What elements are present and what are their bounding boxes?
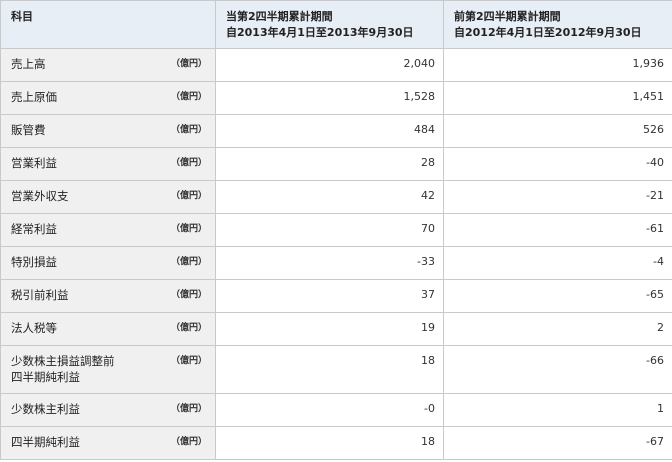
current-value: 70 — [215, 213, 444, 247]
row-label-cell: 少数株主損益調整前 四半期純利益 （億円） — [0, 345, 216, 394]
row-label-cell: 少数株主利益 （億円） — [0, 393, 216, 427]
unit-label: （億円） — [170, 224, 207, 234]
unit-label: （億円） — [170, 59, 207, 69]
unit-label: （億円） — [170, 290, 207, 300]
table-row: 販管費 （億円） 484 526 — [0, 114, 672, 148]
header-prior-title: 前第2四半期累計期間 — [454, 10, 561, 23]
row-label-cell: 販管費 （億円） — [0, 114, 216, 148]
unit-label: （億円） — [170, 323, 207, 333]
current-value: 18 — [215, 426, 444, 460]
prior-value: -40 — [443, 147, 672, 181]
unit-label: （億円） — [170, 92, 207, 102]
prior-value: -66 — [443, 345, 672, 394]
header-current-range: 自2013年4月1日至2013年9月30日 — [226, 26, 414, 39]
row-label-cell: 営業外収支 （億円） — [0, 180, 216, 214]
prior-value: -4 — [443, 246, 672, 280]
prior-value: 1,936 — [443, 48, 672, 82]
prior-value: 1 — [443, 393, 672, 427]
prior-value: -61 — [443, 213, 672, 247]
current-value: 484 — [215, 114, 444, 148]
row-label-cell: 法人税等 （億円） — [0, 312, 216, 346]
table-row: 特別損益 （億円） -33 -4 — [0, 246, 672, 280]
current-value: 1,528 — [215, 81, 444, 115]
table-header-row: 科目 当第2四半期累計期間 自2013年4月1日至2013年9月30日 前第2四… — [0, 0, 672, 49]
unit-label: （億円） — [170, 356, 207, 366]
current-value: -0 — [215, 393, 444, 427]
table-row: 税引前利益 （億円） 37 -65 — [0, 279, 672, 313]
table-body: 売上高 （億円） 2,040 1,936 売上原価 （億円） 1,528 1,451 販管費 （億… — [0, 48, 672, 460]
row-label-cell: 四半期純利益 （億円） — [0, 426, 216, 460]
table-row: 営業外収支 （億円） 42 -21 — [0, 180, 672, 214]
table-row: 経常利益 （億円） 70 -61 — [0, 213, 672, 247]
header-current-period: 当第2四半期累計期間 自2013年4月1日至2013年9月30日 — [215, 0, 444, 49]
row-label-cell: 営業利益 （億円） — [0, 147, 216, 181]
row-label-cell: 経常利益 （億円） — [0, 213, 216, 247]
header-current-title: 当第2四半期累計期間 — [226, 10, 333, 23]
unit-label: （億円） — [170, 191, 207, 201]
row-label: 四半期純利益 — [11, 370, 80, 384]
prior-value: 526 — [443, 114, 672, 148]
current-value: 19 — [215, 312, 444, 346]
unit-label: （億円） — [170, 404, 207, 414]
table-row: 売上高 （億円） 2,040 1,936 — [0, 48, 672, 82]
row-label-cell: 税引前利益 （億円） — [0, 279, 216, 313]
unit-label: （億円） — [170, 158, 207, 168]
table-row: 営業利益 （億円） 28 -40 — [0, 147, 672, 181]
table-row: 少数株主利益 （億円） -0 1 — [0, 393, 672, 427]
header-prior-range: 自2012年4月1日至2012年9月30日 — [454, 26, 642, 39]
header-item: 科目 — [0, 0, 216, 49]
current-value: 2,040 — [215, 48, 444, 82]
current-value: 18 — [215, 345, 444, 394]
current-value: -33 — [215, 246, 444, 280]
current-value: 28 — [215, 147, 444, 181]
prior-value: -67 — [443, 426, 672, 460]
table-row: 少数株主損益調整前 四半期純利益 （億円） 18 -66 — [0, 345, 672, 394]
row-label-cell: 売上原価 （億円） — [0, 81, 216, 115]
unit-label: （億円） — [170, 257, 207, 267]
row-label-cell: 売上高 （億円） — [0, 48, 216, 82]
unit-label: （億円） — [170, 437, 207, 447]
prior-value: -65 — [443, 279, 672, 313]
row-label-cell: 特別損益 （億円） — [0, 246, 216, 280]
prior-value: -21 — [443, 180, 672, 214]
prior-value: 1,451 — [443, 81, 672, 115]
current-value: 37 — [215, 279, 444, 313]
current-value: 42 — [215, 180, 444, 214]
prior-value: 2 — [443, 312, 672, 346]
financial-table: 科目 当第2四半期累計期間 自2013年4月1日至2013年9月30日 前第2四… — [0, 0, 672, 460]
table-row: 売上原価 （億円） 1,528 1,451 — [0, 81, 672, 115]
unit-label: （億円） — [170, 125, 207, 135]
table-row: 四半期純利益 （億円） 18 -67 — [0, 426, 672, 460]
header-prior-period: 前第2四半期累計期間 自2012年4月1日至2012年9月30日 — [443, 0, 672, 49]
table-row: 法人税等 （億円） 19 2 — [0, 312, 672, 346]
